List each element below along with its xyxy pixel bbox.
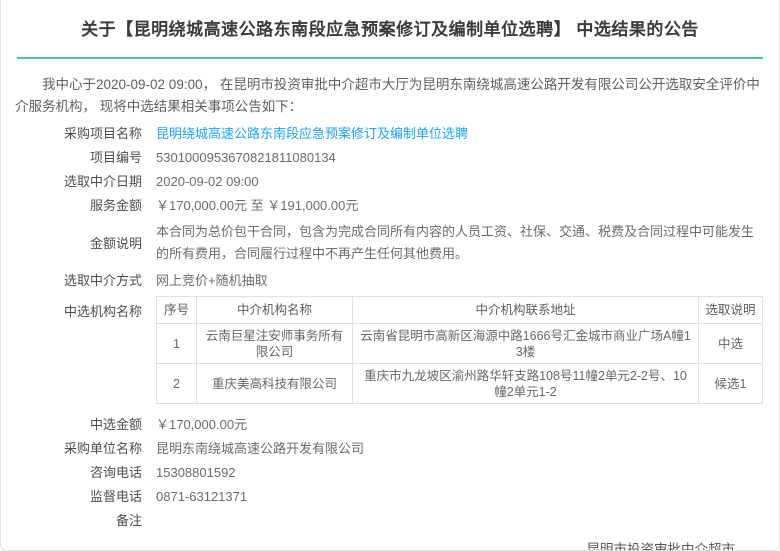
field-row-selected-agencies: 中选机构名称 序号 中介机构名称 中介机构联系地址 选取说明	[1, 296, 779, 404]
amount-note-value: 本合同为总价包干合同，包含为完成合同所有内容的人员工资、社保、交通、税费及合同过…	[156, 221, 779, 265]
field-row-supervision-phone: 监督电话 0871-63121371	[1, 488, 779, 505]
col-header-agency-address: 中介机构联系地址	[353, 297, 699, 324]
intro-paragraph: 我中心于2020-09-02 09:00， 在昆明市投资审批中介超市大厅为昆明东…	[1, 59, 779, 118]
announcement-page: 关于【昆明绕城高速公路东南段应急预案修订及编制单位选聘】 中选结果的公告 我中心…	[0, 0, 780, 551]
selection-date-value: 2020-09-02 09:00	[156, 173, 779, 190]
field-label-supervision-phone: 监督电话	[1, 488, 156, 505]
field-label-service-amount: 服务金额	[1, 197, 156, 214]
field-label-amount-note: 金额说明	[1, 235, 156, 252]
field-row-inquiry-phone: 咨询电话 15308801592	[1, 464, 779, 481]
page-title: 关于【昆明绕城高速公路东南段应急预案修订及编制单位选聘】 中选结果的公告	[1, 0, 779, 41]
col-header-selection-note: 选取说明	[699, 297, 763, 324]
field-label-winning-amount: 中选金额	[1, 416, 156, 433]
winning-amount-value: ￥170,000.00元	[156, 416, 779, 433]
field-row-project-name: 采购项目名称 昆明绕城高速公路东南段应急预案修订及编制单位选聘	[1, 125, 779, 142]
field-row-purchaser-name: 采购单位名称 昆明东南绕城高速公路开发有限公司	[1, 440, 779, 457]
field-row-selection-date: 选取中介日期 2020-09-02 09:00	[1, 173, 779, 190]
field-label-purchaser-name: 采购单位名称	[1, 440, 156, 457]
field-label-remarks: 备注	[1, 512, 156, 529]
signature-block: 昆明市投资审批中介超市 2020-09-02	[1, 536, 779, 551]
table-row: 2 重庆美高科技有限公司 重庆市九龙坡区渝州路华轩支路108号11幢2单元2-2…	[157, 364, 763, 404]
field-label-inquiry-phone: 咨询电话	[1, 464, 156, 481]
supervision-phone-value: 0871-63121371	[156, 488, 779, 505]
field-row-amount-note: 金额说明 本合同为总价包干合同，包含为完成合同所有内容的人员工资、社保、交通、税…	[1, 221, 779, 265]
cell-agency-name: 重庆美高科技有限公司	[197, 364, 353, 404]
field-label-selection-method: 选取中介方式	[1, 272, 156, 289]
field-label-selected-agencies: 中选机构名称	[1, 296, 156, 320]
cell-seq: 1	[157, 324, 197, 364]
field-row-service-amount: 服务金额 ￥170,000.00元 至 ￥191,000.00元	[1, 197, 779, 214]
cell-selection-note: 候选1	[699, 364, 763, 404]
selection-method-value: 网上竞价+随机抽取	[156, 272, 779, 289]
cell-agency-address: 重庆市九龙坡区渝州路华轩支路108号11幢2单元2-2号、10幢2单元1-2	[353, 364, 699, 404]
table-header-row: 序号 中介机构名称 中介机构联系地址 选取说明	[157, 297, 763, 324]
service-amount-value: ￥170,000.00元 至 ￥191,000.00元	[156, 197, 779, 214]
field-row-winning-amount: 中选金额 ￥170,000.00元	[1, 416, 779, 433]
project-name-link[interactable]: 昆明绕城高速公路东南段应急预案修订及编制单位选聘	[156, 125, 779, 142]
cell-agency-address: 云南省昆明市高新区海源中路1666号汇金城市商业广场A幢13楼	[353, 324, 699, 364]
cell-seq: 2	[157, 364, 197, 404]
table-row: 1 云南巨星注安师事务所有限公司 云南省昆明市高新区海源中路1666号汇金城市商…	[157, 324, 763, 364]
cell-agency-name: 云南巨星注安师事务所有限公司	[197, 324, 353, 364]
fields-section: 采购项目名称 昆明绕城高速公路东南段应急预案修订及编制单位选聘 项目编号 530…	[1, 125, 779, 529]
col-header-agency-name: 中介机构名称	[197, 297, 353, 324]
field-row-remarks: 备注	[1, 512, 779, 529]
field-row-project-number: 项目编号 5301000953670821811080134	[1, 149, 779, 166]
field-label-project-number: 项目编号	[1, 149, 156, 166]
cell-selection-note: 中选	[699, 324, 763, 364]
purchaser-name-value: 昆明东南绕城高速公路开发有限公司	[156, 440, 779, 457]
inquiry-phone-value: 15308801592	[156, 464, 779, 481]
field-label-selection-date: 选取中介日期	[1, 173, 156, 190]
selected-agencies-table: 序号 中介机构名称 中介机构联系地址 选取说明 1 云南巨星注安师事务所有限公司…	[156, 296, 763, 404]
field-label-project-name: 采购项目名称	[1, 125, 156, 142]
signature-org: 昆明市投资审批中介超市	[1, 536, 735, 551]
field-row-selection-method: 选取中介方式 网上竞价+随机抽取	[1, 272, 779, 289]
project-number-value: 5301000953670821811080134	[156, 149, 779, 166]
col-header-seq: 序号	[157, 297, 197, 324]
